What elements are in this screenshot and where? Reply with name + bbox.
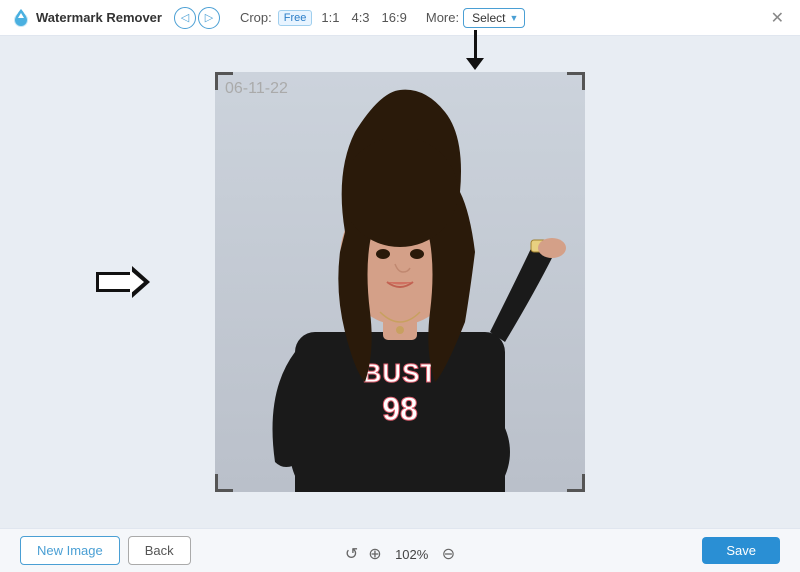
- new-image-button[interactable]: New Image: [20, 536, 120, 565]
- zoom-controls: ↺ ⊕ 102% ⊖: [345, 544, 455, 564]
- bottom-toolbar: New Image Back ↺ ⊕ 102% ⊖ Save: [0, 528, 800, 572]
- back-button[interactable]: Back: [128, 536, 191, 565]
- photo-container: BUST BUST 98 BUST 98: [215, 72, 585, 492]
- logo-icon: [10, 7, 32, 29]
- app-title: Watermark Remover: [36, 10, 162, 25]
- nav-fwd-button[interactable]: ▷: [198, 7, 220, 29]
- crop-free-badge[interactable]: Free: [278, 10, 313, 26]
- zoom-out-icon: ⊖: [442, 544, 455, 564]
- zoom-level: 102%: [392, 547, 432, 562]
- select-label: Select: [472, 11, 505, 25]
- close-button[interactable]: ✕: [765, 6, 790, 30]
- image-canvas: BUST BUST 98 BUST 98: [215, 72, 585, 492]
- dropdown-arrow-icon: ▼: [509, 13, 518, 23]
- nav-back-icon: ◁: [181, 11, 189, 24]
- crop-label: Crop:: [240, 10, 272, 25]
- nav-back-button[interactable]: ◁: [174, 7, 196, 29]
- rotate-icon: ↺: [345, 544, 358, 564]
- crop-ratio-4-3[interactable]: 4:3: [348, 9, 372, 26]
- more-section: More: Select ▼: [426, 8, 526, 28]
- title-bar: Watermark Remover ◁ ▷ Crop: Free 1:1 4:3…: [0, 0, 800, 36]
- save-button[interactable]: Save: [702, 537, 780, 564]
- svg-text:98: 98: [382, 391, 418, 427]
- svg-text:BUST: BUST: [363, 358, 438, 388]
- person-illustration: BUST BUST 98 BUST 98: [215, 72, 585, 492]
- zoom-in-icon: ⊕: [368, 544, 381, 564]
- crop-ratio-1-1[interactable]: 1:1: [318, 9, 342, 26]
- nav-buttons: ◁ ▷: [174, 7, 220, 29]
- date-stamp: 06-11-22: [225, 80, 288, 98]
- more-label: More:: [426, 10, 459, 25]
- select-dropdown[interactable]: Select ▼: [463, 8, 525, 28]
- main-area: BUST BUST 98 BUST 98: [0, 36, 800, 528]
- rotate-button[interactable]: ↺: [345, 544, 358, 564]
- zoom-in-button[interactable]: ⊕: [368, 544, 381, 564]
- app-logo: Watermark Remover: [10, 7, 162, 29]
- crop-ratio-16-9[interactable]: 16:9: [379, 9, 410, 26]
- crop-section: Crop: Free 1:1 4:3 16:9: [240, 9, 410, 26]
- zoom-out-button[interactable]: ⊖: [442, 544, 455, 564]
- arrow-right-annotation: [96, 266, 150, 298]
- bottom-left-buttons: New Image Back: [20, 536, 191, 565]
- nav-fwd-icon: ▷: [205, 11, 213, 24]
- bottom-right-buttons: Save: [702, 537, 780, 564]
